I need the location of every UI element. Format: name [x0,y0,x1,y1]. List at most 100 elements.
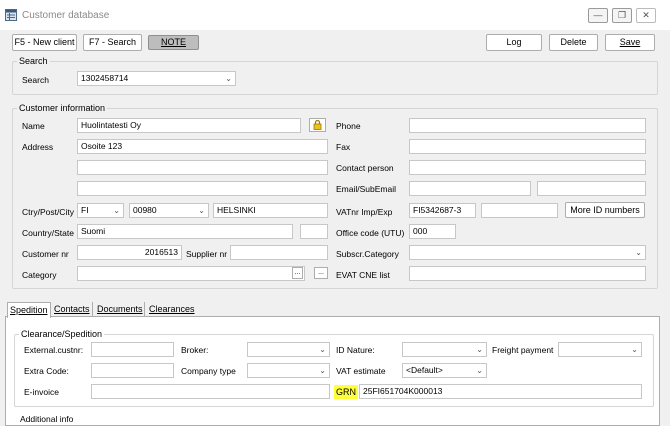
save-button-label: Save [619,37,641,47]
tab-clearances-label: Clearances [149,304,195,314]
search-button[interactable]: F7 - Search [83,34,142,51]
search-label: Search [22,75,49,85]
delete-button[interactable]: Delete [549,34,598,51]
tab-spedition[interactable]: Spedition [7,302,51,318]
grn-label: GRN [334,385,358,399]
customer-info-group [12,108,658,289]
id-nature-label: ID Nature: [336,345,375,355]
extra-code-input[interactable] [91,363,174,378]
country-code-combo[interactable]: FI ⌄ [77,203,124,218]
vat-nr-label: VATnr Imp/Exp [336,207,393,217]
address-line2-input[interactable] [77,160,328,175]
search-combo[interactable]: 1302458714 ⌄ [77,71,236,86]
vat-estimate-combo[interactable]: <Default> ⌄ [402,363,487,378]
chevron-down-icon[interactable]: ⌄ [635,246,642,259]
vat-imp-input[interactable]: FI5342687-3 [409,203,476,218]
vat-estimate-label: VAT estimate [336,366,386,376]
phone-label: Phone [336,121,361,131]
fax-label: Fax [336,142,351,152]
company-type-combo[interactable]: ⌄ [247,363,330,378]
category-input[interactable] [77,266,305,281]
tab-documents-label: Documents [97,304,143,314]
vat-exp-input[interactable] [481,203,558,218]
ctry-post-city-label: Ctry/Post/City [22,207,74,217]
address-line1-input[interactable]: Osoite 123 [77,139,328,154]
chevron-down-icon[interactable]: ⌄ [225,72,232,85]
freight-payment-combo[interactable]: ⌄ [558,342,642,357]
fax-input[interactable] [409,139,646,154]
chevron-down-icon[interactable]: ⌄ [319,343,326,356]
app-icon [5,9,17,21]
lock-icon[interactable] [309,118,326,132]
tab-separator [92,302,93,316]
close-icon[interactable]: ✕ [636,8,656,23]
customer-info-label: Customer information [17,103,108,113]
tab-clearances[interactable]: Clearances [147,302,197,317]
state-input[interactable] [300,224,328,239]
tab-separator [144,302,145,316]
new-client-button[interactable]: F5 - New client [12,34,77,51]
chevron-down-icon[interactable]: ⌄ [476,364,483,377]
company-type-label: Company type [181,366,236,376]
vat-estimate-value: <Default> [406,365,443,375]
country-input[interactable]: Suomi [77,224,293,239]
contact-person-input[interactable] [409,160,646,175]
external-custnr-input[interactable] [91,342,174,357]
more-id-numbers-button[interactable]: More ID numbers [565,202,645,218]
additional-info-label: Additional info [20,414,74,424]
subscr-category-combo[interactable]: ⌄ [409,245,646,260]
grn-input[interactable]: 25FI651704K000013 [359,384,642,399]
tab-contacts[interactable]: Contacts [52,302,92,317]
supplier-nr-input[interactable] [230,245,328,260]
phone-input[interactable] [409,118,646,133]
subemail-input[interactable] [537,181,646,196]
einvoice-label: E-invoice [24,387,59,397]
email-input[interactable] [409,181,531,196]
country-code-value: FI [81,205,89,215]
evat-cne-input[interactable] [409,266,646,281]
tab-documents[interactable]: Documents [95,302,145,317]
category-browse-button[interactable]: ... [292,267,303,279]
note-button[interactable]: NOTE [148,35,199,50]
save-button[interactable]: Save [605,34,655,51]
restore-icon[interactable]: ❐ [612,8,632,23]
customer-nr-input[interactable]: 2016513 [77,245,182,260]
evat-cne-label: EVAT CNE list [336,270,390,280]
chevron-down-icon[interactable]: ⌄ [113,204,120,217]
chevron-down-icon[interactable]: ⌄ [631,343,638,356]
chevron-down-icon[interactable]: ⌄ [319,364,326,377]
external-custnr-label: External.custnr: [24,345,84,355]
search-value: 1302458714 [81,73,129,83]
log-button[interactable]: Log [486,34,542,51]
chevron-down-icon[interactable]: ⌄ [476,343,483,356]
broker-label: Broker: [181,345,209,355]
clearance-spedition-label: Clearance/Spedition [19,329,105,339]
window-title: Customer database [22,10,110,21]
search-group-label: Search [17,56,50,66]
country-state-label: Country/State [22,228,74,238]
tab-spedition-label: Spedition [10,305,48,315]
supplier-nr-label: Supplier nr [186,249,228,259]
category-label: Category [22,270,57,280]
customer-nr-label: Customer nr [22,249,69,259]
city-input[interactable]: HELSINKI [213,203,328,218]
chevron-down-icon[interactable]: ⌄ [198,204,205,217]
office-code-label: Office code (UTU) [336,228,405,238]
address-line3-input[interactable] [77,181,328,196]
freight-payment-label: Freight payment [492,345,554,355]
extra-code-label: Extra Code: [24,366,69,376]
subscr-category-label: Subscr.Category [336,249,399,259]
email-label: Email/SubEmail [336,184,396,194]
postal-code-combo[interactable]: 00980 ⌄ [129,203,209,218]
broker-combo[interactable]: ⌄ [247,342,330,357]
address-label: Address [22,142,54,152]
id-nature-combo[interactable]: ⌄ [402,342,487,357]
postal-code-value: 00980 [133,205,157,215]
office-code-input[interactable]: 000 [409,224,456,239]
minimize-icon[interactable]: — [588,8,608,23]
name-input[interactable]: Huolintatesti Oy [77,118,301,133]
contact-person-label: Contact person [336,163,394,173]
einvoice-input[interactable] [91,384,330,399]
note-button-label: NOTE [160,37,186,47]
category-more-button[interactable]: ... [314,267,328,279]
